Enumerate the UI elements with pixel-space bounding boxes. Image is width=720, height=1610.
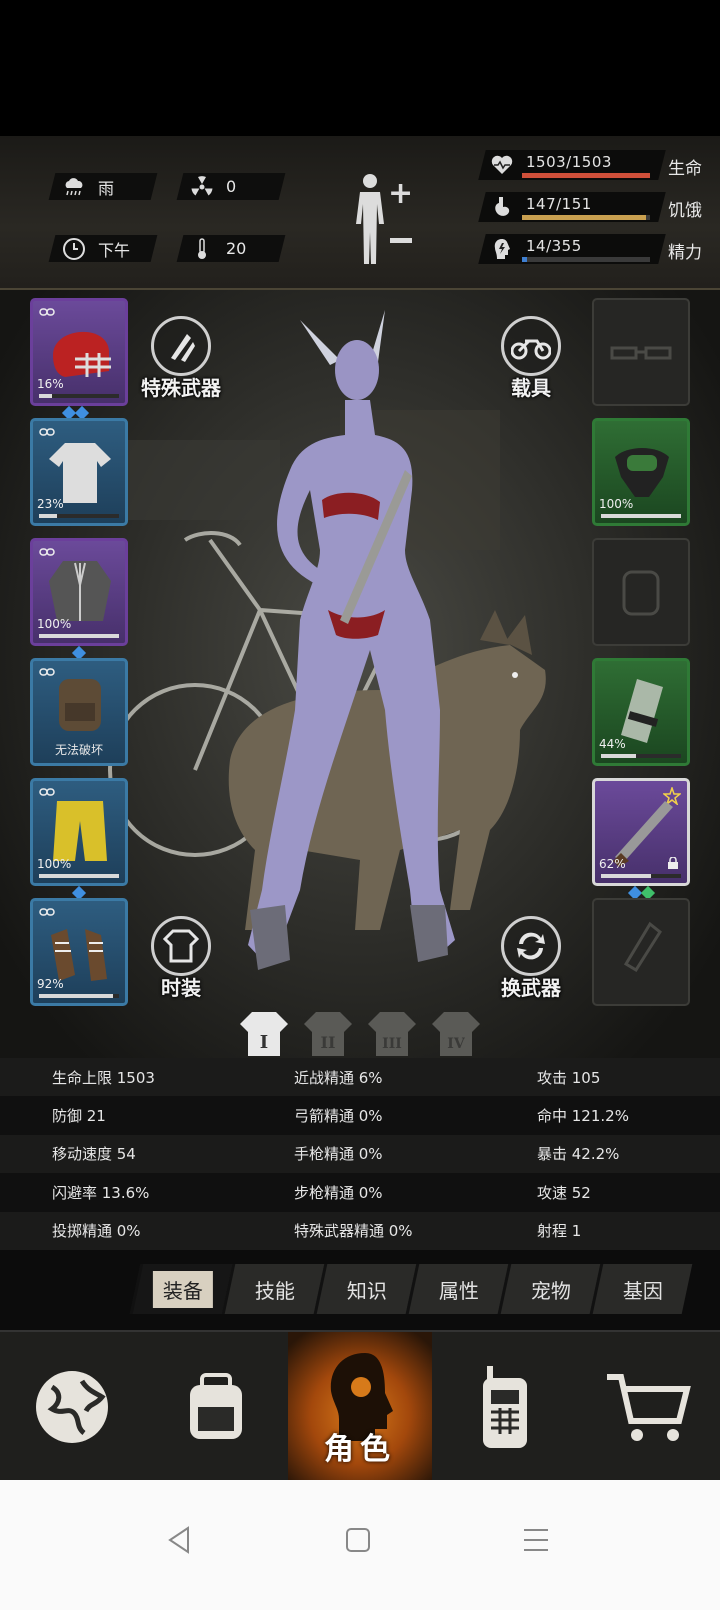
lock-icon	[668, 857, 678, 869]
outfit-selector: I II III IV	[238, 1008, 482, 1060]
equip-slot-jacket[interactable]: 100%	[30, 538, 128, 646]
body-status-icon[interactable]	[350, 172, 390, 268]
equip-slot-weapon[interactable]: 62%	[592, 778, 690, 886]
fashion-button[interactable]: 时装	[136, 916, 226, 1001]
equip-slot-shirt[interactable]: 23%	[30, 418, 128, 526]
backpack-icon	[190, 1373, 242, 1439]
equip-slot-throwable[interactable]	[592, 898, 690, 1006]
time-box: 下午	[48, 235, 158, 262]
thermometer-icon	[198, 237, 206, 259]
stats-row: 闪避率 13.6% 步枪精通 0% 攻速 52	[0, 1173, 720, 1212]
time-text: 下午	[98, 240, 131, 260]
stomach-icon	[495, 197, 510, 216]
back-icon[interactable]	[160, 1520, 200, 1560]
svg-text:III: III	[382, 1036, 402, 1052]
motorcycle-icon	[511, 339, 551, 360]
glasses-placeholder-icon	[610, 346, 672, 360]
radiation-text: 0	[226, 177, 237, 196]
vehicle-button[interactable]: 载具	[486, 316, 576, 401]
hunger-bar-fill	[522, 215, 647, 220]
stats-row: 移动速度 54 手枪精通 0% 暴击 42.2%	[0, 1134, 720, 1174]
system-nav-bar	[0, 1480, 720, 1610]
radiation-box: 0	[176, 173, 286, 200]
vital-energy: 14/355 精力	[478, 234, 708, 266]
energy-bar-fill	[522, 257, 528, 262]
equip-slot-pants[interactable]: 100%	[30, 778, 128, 886]
equip-slot-accessory[interactable]	[592, 538, 690, 646]
backpack-image	[59, 679, 101, 731]
equip-slot-helmet[interactable]: 16%	[30, 298, 128, 406]
svg-text:IV: IV	[447, 1036, 466, 1052]
nav-communication[interactable]	[432, 1332, 576, 1482]
temperature-box: 20	[176, 235, 286, 262]
walkie-talkie-icon	[483, 1366, 527, 1448]
nav-inventory[interactable]	[144, 1332, 288, 1482]
jacket-gems	[71, 645, 87, 661]
health-bar-fill	[522, 173, 650, 178]
home-icon[interactable]	[338, 1520, 378, 1560]
weather-text: 雨	[98, 178, 115, 198]
status-header: 雨 0 下午 20 + 1503/1503 生命 147/151 饥饿 14/3…	[0, 136, 720, 290]
bottle-placeholder-icon	[623, 921, 662, 973]
outfit-4-tshirt-icon[interactable]: IV	[430, 1008, 482, 1060]
equip-slot-canister[interactable]: 44%	[592, 658, 690, 766]
outfit-2-tshirt-icon[interactable]: II	[302, 1008, 354, 1060]
equip-slot-glasses[interactable]	[592, 298, 690, 406]
helmet-gems	[61, 405, 90, 421]
character-scene: 16% 23% 100% 无法破坏 100% 92% 100% 44% 62% …	[0, 290, 720, 1090]
special-weapon-button[interactable]: 特殊武器	[136, 316, 226, 401]
equip-slot-gas-mask[interactable]: 100%	[592, 418, 690, 526]
nav-world-map[interactable]	[0, 1332, 144, 1482]
clock-icon	[63, 237, 85, 260]
svg-text:I: I	[260, 1032, 268, 1053]
stats-row: 投掷精通 0% 特殊武器精通 0% 射程 1	[0, 1211, 720, 1250]
backpack-placeholder-icon	[622, 570, 660, 616]
menu-icon[interactable]	[516, 1520, 556, 1560]
tab-equipment[interactable]: 装备	[129, 1264, 233, 1314]
weather-box: 雨	[48, 173, 158, 200]
bullets-icon	[171, 334, 195, 362]
tab-bar: 装备 技能 知识 属性 宠物 基因	[0, 1250, 720, 1330]
weapon-gems	[627, 885, 656, 901]
radiation-icon	[191, 175, 213, 195]
tab-knowledge[interactable]: 知识	[313, 1264, 417, 1314]
character-image	[248, 310, 455, 970]
tshirt-icon	[163, 929, 199, 963]
energy-icon	[494, 239, 510, 259]
vital-hunger: 147/151 饥饿	[478, 192, 708, 224]
top-black-area	[0, 0, 720, 136]
bottom-nav: 角色	[0, 1330, 720, 1482]
outfit-1-tshirt-icon[interactable]: I	[238, 1008, 290, 1060]
swap-arrows-icon	[517, 932, 545, 960]
nav-character[interactable]: 角色	[288, 1332, 432, 1482]
tab-skills[interactable]: 技能	[221, 1264, 325, 1314]
equip-slot-backpack[interactable]: 无法破坏	[30, 658, 128, 766]
outfit-3-tshirt-icon[interactable]: III	[366, 1008, 418, 1060]
stats-table: 生命上限 1503 近战精通 6% 攻击 105 防御 21 弓箭精通 0% 命…	[0, 1058, 720, 1250]
stats-row: 生命上限 1503 近战精通 6% 攻击 105	[0, 1058, 720, 1097]
equip-slot-shoes[interactable]: 92%	[30, 898, 128, 1006]
heal-plus-icon[interactable]: +	[388, 176, 413, 211]
stats-row: 防御 21 弓箭精通 0% 命中 121.2%	[0, 1096, 720, 1135]
svg-text:II: II	[321, 1033, 336, 1052]
pants-gems	[71, 885, 87, 901]
tab-genes[interactable]: 基因	[589, 1264, 693, 1314]
temperature-text: 20	[226, 239, 247, 258]
globe-icon	[36, 1371, 108, 1443]
shopping-cart-icon	[607, 1374, 691, 1441]
rain-cloud-icon	[65, 177, 83, 195]
swap-weapon-button[interactable]: 换武器	[486, 916, 576, 1001]
vital-health: 1503/1503 生命	[478, 150, 708, 182]
damage-minus-icon[interactable]	[390, 238, 412, 243]
tab-pets[interactable]: 宠物	[497, 1264, 601, 1314]
tab-attributes[interactable]: 属性	[405, 1264, 509, 1314]
heart-icon	[491, 155, 513, 174]
nav-shop[interactable]	[576, 1332, 720, 1482]
